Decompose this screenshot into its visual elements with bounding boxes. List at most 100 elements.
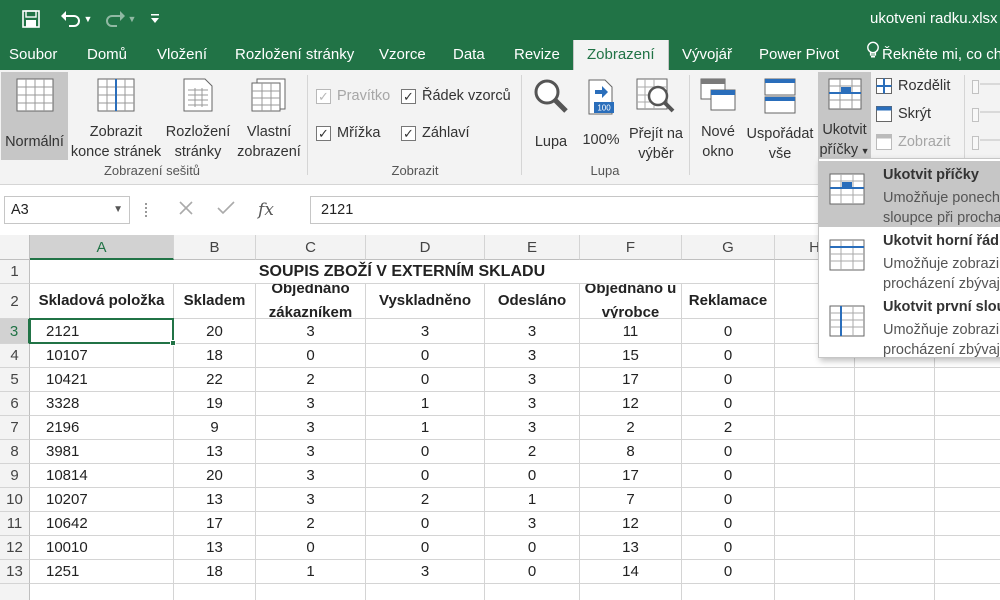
data-cell[interactable]: 0 — [682, 344, 775, 368]
row-header[interactable]: 7 — [0, 416, 30, 440]
grid-cell[interactable] — [855, 488, 935, 512]
row-header[interactable]: 9 — [0, 464, 30, 488]
grid-cell[interactable] — [935, 368, 1000, 392]
data-cell[interactable]: 14 — [580, 560, 682, 584]
grid-cell[interactable] — [580, 584, 682, 600]
data-cell[interactable]: 0 — [485, 464, 580, 488]
menu-item-freeze-first-column[interactable]: Ukotvit první slou Umožňuje zobrazi proch… — [819, 293, 1000, 357]
data-cell[interactable]: 2 — [256, 512, 366, 536]
grid-cell[interactable] — [935, 416, 1000, 440]
save-icon[interactable] — [20, 8, 42, 30]
data-cell[interactable]: 10010 — [30, 536, 174, 560]
data-cell[interactable]: 0 — [256, 344, 366, 368]
row-header[interactable]: 1 — [0, 260, 30, 284]
data-cell[interactable]: 3 — [366, 560, 485, 584]
synchronous-scrolling-icon[interactable] — [972, 108, 1000, 127]
column-title-cell[interactable]: Reklamace — [682, 284, 775, 319]
column-header[interactable]: E — [485, 235, 580, 260]
column-header[interactable]: F — [580, 235, 682, 260]
arrange-all-button[interactable]: Uspořádat vše — [744, 72, 816, 162]
grid-cell[interactable] — [855, 416, 935, 440]
row-header[interactable]: 10 — [0, 488, 30, 512]
data-cell[interactable]: 3 — [485, 319, 580, 344]
grid-cell[interactable] — [855, 584, 935, 600]
grid-cell[interactable] — [682, 584, 775, 600]
column-header[interactable]: D — [366, 235, 485, 260]
data-cell[interactable]: 0 — [366, 368, 485, 392]
tab-view[interactable]: Zobrazení — [573, 40, 669, 70]
tab-formulas[interactable]: Vzorce — [379, 40, 426, 70]
data-cell[interactable]: 7 — [580, 488, 682, 512]
formula-bar-checkbox[interactable]: ✓ Řádek vzorců — [401, 88, 511, 104]
ruler-checkbox[interactable]: ✓ Pravítko — [316, 88, 390, 104]
column-header[interactable]: A — [30, 235, 174, 260]
grid-cell[interactable] — [775, 368, 855, 392]
tab-data[interactable]: Data — [453, 40, 485, 70]
grid-cell[interactable] — [935, 560, 1000, 584]
data-cell[interactable]: 3 — [256, 416, 366, 440]
tab-power-pivot[interactable]: Power Pivot — [759, 40, 839, 70]
data-cell[interactable]: 13 — [174, 440, 256, 464]
grid-cell[interactable] — [485, 584, 580, 600]
name-box[interactable]: A3 ▼ — [4, 196, 130, 224]
data-cell[interactable]: 0 — [682, 464, 775, 488]
reset-window-position-icon[interactable] — [972, 136, 1000, 155]
formula-input[interactable]: 2121 — [310, 196, 820, 224]
data-cell[interactable]: 22 — [174, 368, 256, 392]
customize-qat-icon[interactable] — [148, 8, 162, 30]
grid-cell[interactable] — [30, 584, 174, 600]
data-cell[interactable]: 10107 — [30, 344, 174, 368]
row-header[interactable]: 2 — [0, 284, 30, 319]
column-title-cell[interactable]: Objednáno u výrobce — [580, 284, 682, 319]
column-title-cell[interactable]: Objednáno zákazníkem — [256, 284, 366, 319]
row-header[interactable]: 5 — [0, 368, 30, 392]
enter-check-icon[interactable] — [206, 200, 246, 221]
fx-icon[interactable]: fx — [246, 200, 286, 220]
data-cell[interactable]: 0 — [682, 440, 775, 464]
data-cell[interactable]: 3 — [485, 368, 580, 392]
row-header[interactable]: 8 — [0, 440, 30, 464]
data-cell[interactable]: 2 — [485, 440, 580, 464]
row-header[interactable]: 3 — [0, 319, 30, 344]
grid-cell[interactable] — [775, 536, 855, 560]
column-title-cell[interactable]: Odesláno — [485, 284, 580, 319]
column-title-cell[interactable]: Skladem — [174, 284, 256, 319]
data-cell[interactable]: 0 — [485, 536, 580, 560]
row-header[interactable]: 12 — [0, 536, 30, 560]
data-cell[interactable]: 3 — [366, 319, 485, 344]
grid-cell[interactable] — [855, 560, 935, 584]
data-cell[interactable]: 17 — [580, 464, 682, 488]
column-header[interactable]: G — [682, 235, 775, 260]
tab-insert[interactable]: Vložení — [157, 40, 207, 70]
data-cell[interactable]: 0 — [366, 536, 485, 560]
zoom-100-button[interactable]: 100 100% — [578, 72, 624, 160]
data-cell[interactable]: 18 — [174, 344, 256, 368]
tab-page-layout[interactable]: Rozložení stránky — [235, 40, 354, 70]
grid-cell[interactable] — [775, 560, 855, 584]
tab-file[interactable]: Soubor — [9, 40, 57, 70]
data-cell[interactable]: 0 — [366, 512, 485, 536]
data-cell[interactable]: 12 — [580, 392, 682, 416]
grid-cell[interactable] — [935, 392, 1000, 416]
data-cell[interactable]: 0 — [682, 392, 775, 416]
menu-item-freeze-top-row[interactable]: Ukotvit horní řád Umožňuje zobrazi prochá… — [819, 227, 1000, 293]
fill-handle[interactable] — [170, 340, 176, 346]
page-layout-view-button[interactable]: Rozložení stránky — [163, 72, 233, 160]
data-cell[interactable]: 13 — [174, 488, 256, 512]
grid-cell[interactable] — [855, 536, 935, 560]
row-header[interactable]: 4 — [0, 344, 30, 368]
data-cell[interactable]: 3 — [485, 416, 580, 440]
gridlines-checkbox[interactable]: ✓ Mřížka — [316, 125, 381, 141]
grid-cell[interactable] — [256, 584, 366, 600]
tab-review[interactable]: Revize — [514, 40, 560, 70]
data-cell[interactable]: 10642 — [30, 512, 174, 536]
data-cell[interactable]: 0 — [682, 488, 775, 512]
chevron-down-icon[interactable]: ▼ — [113, 197, 123, 223]
data-cell[interactable]: 8 — [580, 440, 682, 464]
row-header[interactable] — [0, 584, 30, 600]
headings-checkbox[interactable]: ✓ Záhlaví — [401, 125, 470, 141]
data-cell[interactable]: 3328 — [30, 392, 174, 416]
grid-cell[interactable] — [935, 584, 1000, 600]
grid-cell[interactable] — [174, 584, 256, 600]
split-button[interactable]: Rozdělit — [876, 78, 950, 94]
